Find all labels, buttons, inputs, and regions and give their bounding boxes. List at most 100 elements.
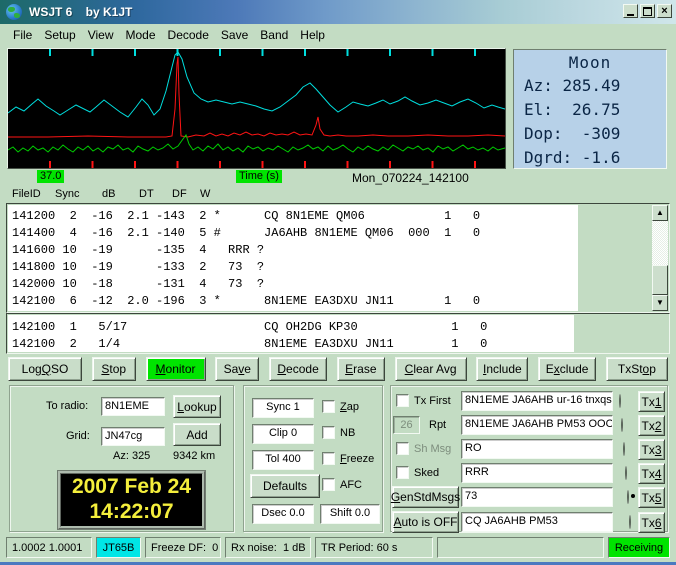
spectrum-smoothed	[8, 52, 505, 117]
monitor-button[interactable]: Monitor	[146, 357, 206, 381]
status-rx-noise-1-db: Rx noise: 1 dB	[225, 537, 311, 558]
shift-control[interactable]: Shift 0.0	[320, 504, 380, 524]
tx3-button[interactable]: Tx3	[638, 439, 665, 460]
header-fileid: FileID	[12, 188, 41, 200]
tx-messages-panel: Tx First 26 Rpt Sh Msg Sked GenStdMsgs A…	[390, 385, 668, 532]
header-db: dB	[102, 188, 115, 200]
tx5-radio[interactable]	[627, 490, 629, 504]
menu-mode[interactable]: Mode	[120, 26, 162, 44]
add-button[interactable]: Add	[173, 423, 221, 446]
main-toolbar: Log QSO Stop Monitor Save Decode Erase Clear A…	[8, 357, 668, 381]
dsec-control[interactable]: Dsec 0.0	[252, 504, 314, 524]
tx5-button[interactable]: Tx5	[638, 487, 665, 508]
moon-azimuth: Az: 285.49	[514, 74, 666, 98]
scrollbar-track[interactable]	[652, 221, 668, 295]
zap-checkbox[interactable]	[322, 400, 335, 413]
spectrum-plot	[8, 49, 505, 168]
minimize-button[interactable]	[623, 4, 638, 18]
sync-control[interactable]: Sync 1	[252, 398, 314, 418]
clear-avg-button[interactable]: Clear Avg	[395, 357, 467, 381]
time-axis-label: Time (s)	[236, 170, 282, 183]
defaults-button[interactable]: Defaults	[250, 474, 320, 498]
decode-text[interactable]: 141200 2 -16 2.1 -143 2 * CQ 8N1EME QM06…	[8, 205, 578, 311]
azimuth-value: Az: 325	[113, 450, 150, 462]
title-bar[interactable]: WSJT 6 by K1JT ×	[0, 0, 676, 24]
freeze-checkbox[interactable]	[322, 452, 335, 465]
spectrum-raw	[8, 57, 505, 137]
clock-date: 2007 Feb 24	[61, 474, 202, 499]
decode-scrollbar[interactable]: ▲ ▼	[652, 205, 668, 311]
menu-bar: FileSetupViewModeDecodeSaveBandHelp	[3, 24, 673, 46]
tol-control[interactable]: Tol 400	[252, 450, 314, 470]
to-radio-input[interactable]: 8N1EME	[101, 397, 165, 416]
save-button[interactable]: Save	[215, 357, 259, 381]
tx4-radio[interactable]	[625, 466, 627, 480]
scroll-up-button[interactable]: ▲	[652, 205, 668, 221]
lookup-button[interactable]: Lookup	[173, 395, 221, 418]
status-bar: 1.0002 1.0001JT65BFreeze DF: 0Rx noise: …	[6, 537, 670, 558]
zap-label: Zap	[340, 401, 359, 413]
decoded-line: 141400 4 -16 2.1 -140 5 # JA6AHB 8N1EME …	[12, 225, 578, 242]
menu-decode[interactable]: Decode	[162, 26, 215, 44]
scrollbar-thumb[interactable]	[652, 265, 668, 295]
maximize-icon	[643, 7, 652, 16]
tx3-message-input[interactable]: RO	[461, 439, 613, 459]
menu-setup[interactable]: Setup	[38, 26, 81, 44]
maximize-button[interactable]	[640, 4, 655, 18]
menu-band[interactable]: Band	[254, 26, 294, 44]
scroll-up-icon: ▲	[656, 209, 664, 217]
moon-elevation: El: 26.75	[514, 98, 666, 122]
tx1-message-input[interactable]: 8N1EME JA6AHB ur-16 tnxqso	[461, 391, 613, 411]
menu-view[interactable]: View	[82, 26, 120, 44]
to-radio-label: To radio:	[46, 400, 88, 412]
average-text[interactable]: 142100 1 5/17 CQ OH2DG KP30 1 0142100 2 …	[8, 315, 574, 352]
clip-control[interactable]: Clip 0	[252, 424, 314, 444]
menu-file[interactable]: File	[7, 26, 38, 44]
decoded-line: 141600 10 -19 -135 4 RRR ?	[12, 242, 578, 259]
tx5-message-input[interactable]: 73	[461, 487, 613, 507]
decoded-line: 142100 1 5/17 CQ OH2DG KP30 1 0	[12, 319, 574, 336]
menu-help[interactable]: Help	[294, 26, 331, 44]
stop-button[interactable]: Stop	[92, 357, 136, 381]
nb-checkbox[interactable]	[322, 426, 335, 439]
afc-checkbox[interactable]	[322, 478, 335, 491]
tx-first-checkbox[interactable]	[396, 394, 409, 407]
tx6-radio[interactable]	[629, 515, 631, 529]
spectrum-display[interactable]	[7, 48, 506, 169]
status-tr-period-60-s: TR Period: 60 s	[315, 537, 433, 558]
sh-msg-checkbox[interactable]	[396, 442, 409, 455]
tx2-radio[interactable]	[621, 418, 623, 432]
txstop-button[interactable]: TxStop	[606, 357, 668, 381]
sked-checkbox[interactable]	[396, 466, 409, 479]
decoded-line: 142100 6 -12 2.0 -196 3 * 8N1EME EA3DXU …	[12, 293, 578, 310]
close-button[interactable]: ×	[657, 4, 672, 18]
tx2-button[interactable]: Tx2	[638, 415, 665, 436]
erase-button[interactable]: Erase	[337, 357, 385, 381]
header-dt: DT	[139, 188, 154, 200]
rpt-label: Rpt	[429, 419, 446, 431]
tx2-message-input[interactable]: 8N1EME JA6AHB PM53 OOO	[461, 415, 613, 435]
include-button[interactable]: Include	[476, 357, 528, 381]
log-qso-button[interactable]: Log QSO	[8, 357, 82, 381]
tx4-button[interactable]: Tx4	[638, 463, 665, 484]
auto-button[interactable]: Auto is OFF	[392, 511, 459, 533]
scroll-down-button[interactable]: ▼	[652, 295, 668, 311]
gen-std-msgs-button[interactable]: GenStdMsgs	[392, 486, 459, 508]
tx4-message-input[interactable]: RRR	[461, 463, 613, 483]
tx3-radio[interactable]	[623, 442, 625, 456]
decode-button[interactable]: Decode	[269, 357, 327, 381]
tx6-message-input[interactable]: CQ JA6AHB PM53	[461, 512, 613, 532]
station-panel: To radio: 8N1EME Lookup Grid: JN47cg Add…	[9, 385, 234, 532]
grid-label: Grid:	[66, 430, 90, 442]
tx1-radio[interactable]	[619, 394, 621, 408]
nb-label: NB	[340, 427, 355, 439]
afc-label: AFC	[340, 479, 362, 491]
exclude-button[interactable]: Exclude	[538, 357, 596, 381]
tx1-button[interactable]: Tx1	[638, 391, 665, 412]
rpt-value-box: 26	[393, 416, 420, 434]
spectrum-noise	[8, 135, 505, 152]
tx6-button[interactable]: Tx6	[638, 512, 665, 533]
grid-input[interactable]: JN47cg	[101, 427, 165, 446]
status-freeze-df-0: Freeze DF: 0	[145, 537, 221, 558]
menu-save[interactable]: Save	[215, 26, 254, 44]
